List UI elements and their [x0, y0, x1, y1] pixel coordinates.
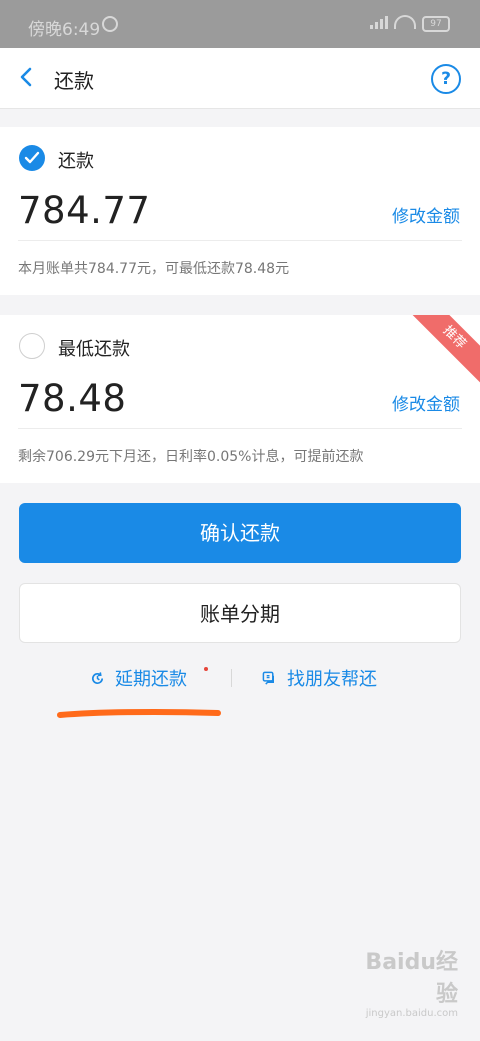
full-payment-note: 本月账单共784.77元，可最低还款78.48元 — [18, 261, 290, 277]
checkbox-checked-icon[interactable] — [19, 145, 45, 171]
edit-amount-link[interactable]: 修改金额 — [392, 202, 460, 227]
edit-amount-link[interactable]: 修改金额 — [392, 390, 460, 415]
deferred-repayment-label: 延期还款 — [115, 669, 187, 690]
question-circle-icon[interactable]: ? — [431, 64, 461, 94]
nav-bar: 还款 ? — [0, 48, 480, 109]
page-title: 还款 — [54, 69, 94, 93]
min-payment-label: 最低还款 — [58, 339, 130, 360]
notification-dot — [204, 667, 208, 671]
friend-help-link[interactable]: 找朋友帮还 — [262, 665, 377, 691]
friend-help-label: 找朋友帮还 — [287, 669, 377, 690]
status-bar: 傍晚6:49 97 — [0, 0, 480, 48]
radio-unchecked-icon[interactable] — [19, 333, 45, 359]
min-payment-option[interactable]: 推荐 最低还款 78.48 修改金额 剩余706.29元下月还，日利率0.05%… — [0, 315, 480, 483]
min-payment-amount: 78.48 — [18, 377, 127, 420]
divider — [18, 428, 462, 429]
alarm-icon — [102, 16, 118, 32]
chat-icon — [262, 671, 274, 685]
annotation-underline — [57, 708, 221, 718]
deferred-repayment-link[interactable]: 延期还款 — [90, 665, 187, 691]
status-time: 傍晚6:49 — [28, 20, 101, 40]
recommend-badge: 推荐 — [402, 315, 480, 390]
divider — [231, 669, 232, 687]
bill-installment-button[interactable]: 账单分期 — [19, 583, 461, 643]
min-payment-note: 剩余706.29元下月还，日利率0.05%计息，可提前还款 — [18, 449, 364, 465]
baidu-watermark: Baidu经验 jingyan.baidu.com — [348, 944, 458, 1019]
chevron-left-icon[interactable] — [14, 64, 40, 90]
full-payment-option[interactable]: 还款 784.77 修改金额 本月账单共784.77元，可最低还款78.48元 — [0, 127, 480, 295]
signal-icon — [370, 16, 388, 29]
divider — [18, 240, 462, 241]
clock-refresh-icon — [91, 671, 104, 684]
secondary-links: 延期还款 找朋友帮还 — [0, 660, 480, 694]
wifi-icon — [394, 15, 416, 29]
battery-icon: 97 — [422, 16, 450, 32]
watermark-brand: Baidu经验 — [365, 950, 458, 1007]
full-payment-amount: 784.77 — [18, 189, 151, 232]
full-payment-label: 还款 — [58, 151, 94, 172]
watermark-url: jingyan.baidu.com — [365, 1008, 458, 1019]
confirm-repayment-button[interactable]: 确认还款 — [19, 503, 461, 563]
